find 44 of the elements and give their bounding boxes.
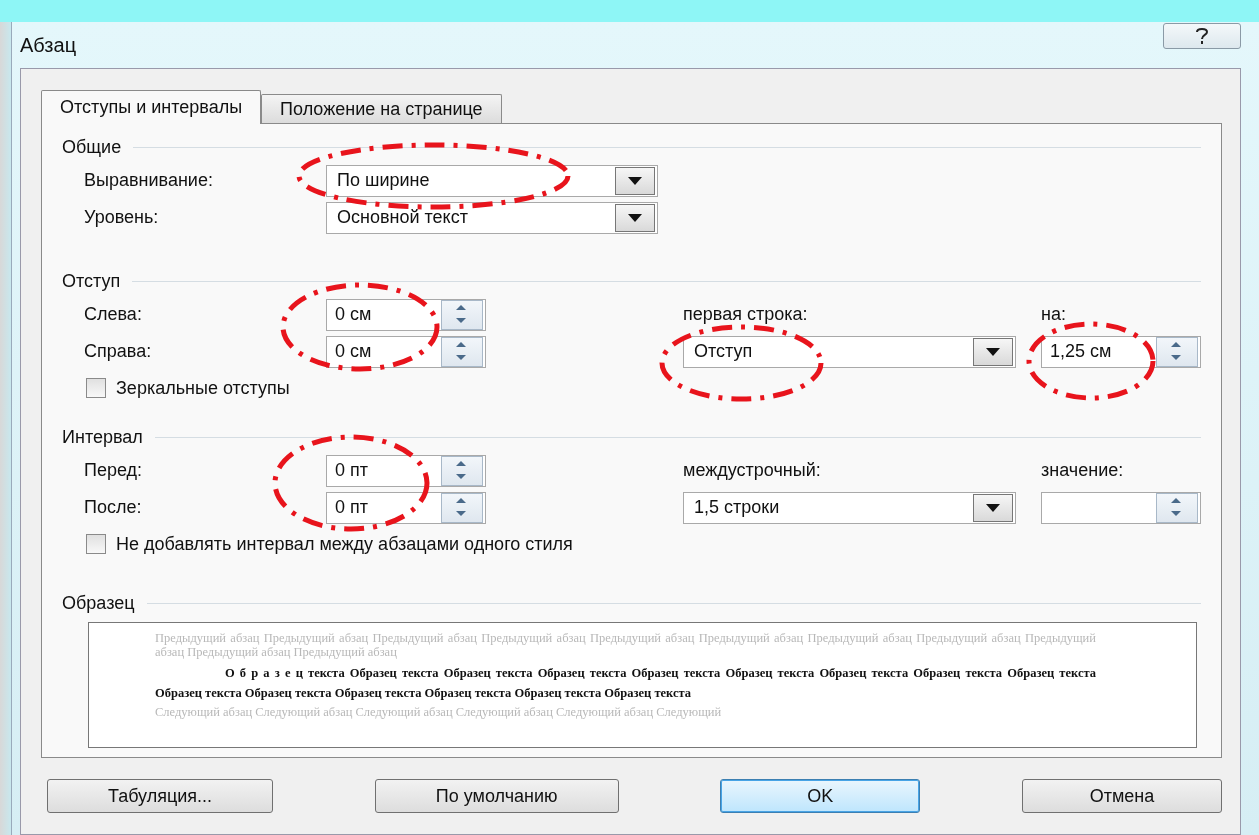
field-label: Перед: xyxy=(84,460,144,481)
field-label: на: xyxy=(1041,304,1067,325)
dropdown-field[interactable]: 1,5 строки xyxy=(683,491,1016,524)
dropdown-arrow-icon xyxy=(986,347,1000,356)
field-label: Справа: xyxy=(84,341,153,362)
dropdown-field[interactable]: Отступ xyxy=(683,335,1016,368)
dropdown-field[interactable]: По ширине xyxy=(326,164,658,197)
dropdown-arrow-icon xyxy=(628,176,642,185)
spinner-field[interactable]: 1,25 см xyxy=(1041,335,1201,368)
dropdown-arrow-icon xyxy=(628,213,642,222)
dropdown-field[interactable]: Основной текст xyxy=(326,201,658,234)
dialog-button[interactable]: OK xyxy=(720,779,921,813)
field-label: Уровень: xyxy=(84,207,160,228)
checkbox-label: Зеркальные отступы xyxy=(116,377,290,399)
checkbox[interactable] xyxy=(86,534,106,554)
spinner-field[interactable]: 0 см xyxy=(326,298,486,331)
checkbox-label: Не добавлять интервал между абзацами одного стиля xyxy=(116,533,573,555)
field-label: После: xyxy=(84,497,143,518)
field-label: Выравнивание: xyxy=(84,170,214,191)
dialog-button[interactable]: По умолчанию xyxy=(374,779,619,813)
dialog-button[interactable]: Отмена xyxy=(1021,779,1222,813)
window-title: Абзац xyxy=(20,33,77,57)
spinner-field[interactable]: 0 пт xyxy=(326,454,486,487)
preview-previous-paragraph: Предыдущий абзац Предыдущий абзац Предыдущий абзац Предыдущий абзац Предыдущий абзац Предыдущий абзац Предыдущий абзац Предыдущий абзац Предыдущий абзац Предыдущий абзац Предыдущий абзац xyxy=(155,631,1096,659)
tab[interactable]: Положение на странице xyxy=(261,94,502,123)
section-title: Отступ xyxy=(62,270,121,292)
tab[interactable]: Отступы и интервалы xyxy=(41,90,262,124)
section-title: Общие xyxy=(62,136,122,158)
checkbox[interactable] xyxy=(86,378,106,398)
help-icon xyxy=(1195,27,1209,45)
help-button[interactable] xyxy=(1163,23,1241,49)
preview-sample-paragraph: О б р а з е ц текста Образец текста Образец текста Образец текста Образец текста Образец текста Образец текста Образец текста Образец текста Образец текста Образец текста Образец текста Образец текста Образец текста Образец текста xyxy=(155,665,1096,702)
spinner-field[interactable]: 0 пт xyxy=(326,491,486,524)
field-label: Слева: xyxy=(84,304,143,325)
section-title: Интервал xyxy=(62,426,143,448)
spinner-field[interactable]: 0 см xyxy=(326,335,486,368)
field-label: первая строка: xyxy=(683,304,809,325)
spinner-field[interactable] xyxy=(1041,491,1201,524)
field-label: значение: xyxy=(1041,460,1125,481)
field-label: междустрочный: xyxy=(683,460,822,481)
section-title: Образец xyxy=(62,592,135,614)
dropdown-arrow-icon xyxy=(986,503,1000,512)
preview-next-paragraph: Следующий абзац Следующий абзац Следующий абзац Следующий абзац Следующий абзац Следующий xyxy=(155,705,723,719)
dialog-button[interactable]: Табуляция... xyxy=(47,779,273,813)
